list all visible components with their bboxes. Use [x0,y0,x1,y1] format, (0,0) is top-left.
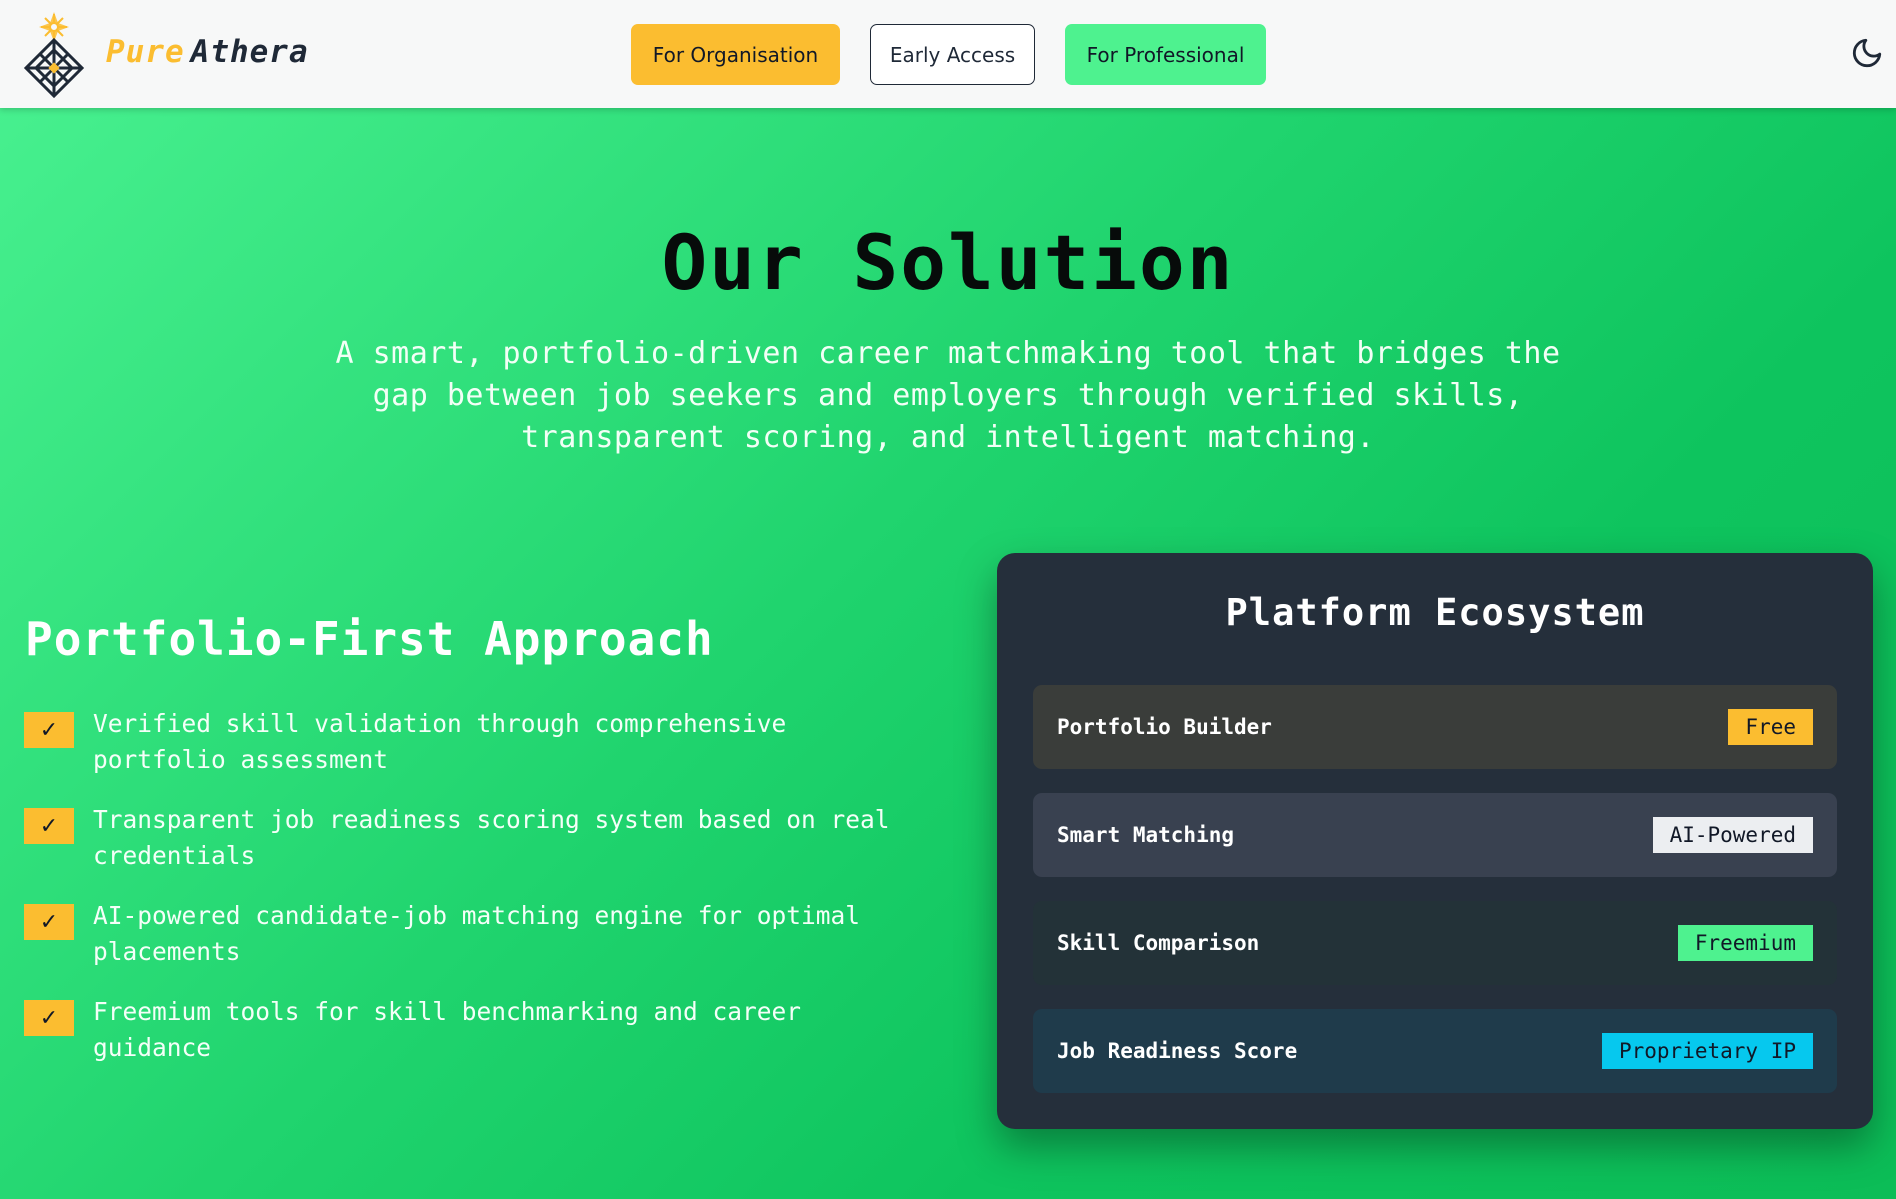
ecosystem-item-label: Skill Comparison [1057,931,1260,955]
check-icon: ✓ [24,808,74,844]
approach-heading: Portfolio-First Approach [25,612,714,666]
page-title: Our Solution [661,218,1235,307]
ecosystem-item-skill-comparison[interactable]: Skill Comparison Freemium [1033,901,1837,985]
brand-name[interactable]: Pure Athera [106,34,309,70]
for-professional-button[interactable]: For Professional [1065,24,1266,85]
ecosystem-item-smart-matching[interactable]: Smart Matching AI-Powered [1033,793,1837,877]
early-access-button[interactable]: Early Access [870,24,1035,85]
for-organisation-button[interactable]: For Organisation [631,24,840,85]
brand-first-word: Pure [106,34,185,70]
ecosystem-item-portfolio-builder[interactable]: Portfolio Builder Free [1033,685,1837,769]
feature-text: AI-powered candidate-job matching engine… [93,901,861,966]
feature-text: Transparent job readiness scoring system… [93,805,890,870]
check-icon: ✓ [24,712,74,748]
status-badge: Free [1728,709,1813,745]
ecosystem-heading: Platform Ecosystem [1225,591,1645,634]
status-badge: AI-Powered [1652,817,1813,853]
ecosystem-item-label: Smart Matching [1057,823,1235,847]
feature-text: Verified skill validation through compre… [93,709,787,774]
top-navbar: Pure Athera For Organisation Early Access… [0,0,1896,108]
check-icon: ✓ [24,904,74,940]
check-icon: ✓ [24,1000,74,1036]
moon-icon[interactable] [1850,36,1884,70]
brand-second-word: Athera [190,34,309,70]
ecosystem-item-job-readiness-score[interactable]: Job Readiness Score Proprietary IP [1033,1009,1837,1093]
logo-icon[interactable] [22,10,86,98]
status-badge: Proprietary IP [1601,1033,1813,1069]
ecosystem-item-label: Job Readiness Score [1057,1039,1298,1063]
platform-ecosystem-card: Platform Ecosystem Portfolio Builder Fre… [997,553,1873,1129]
hero-subtitle: A smart, portfolio-driven career matchma… [335,336,1561,455]
status-badge: Freemium [1677,925,1813,961]
feature-text: Freemium tools for skill benchmarking an… [93,997,802,1062]
ecosystem-item-label: Portfolio Builder [1057,715,1272,739]
